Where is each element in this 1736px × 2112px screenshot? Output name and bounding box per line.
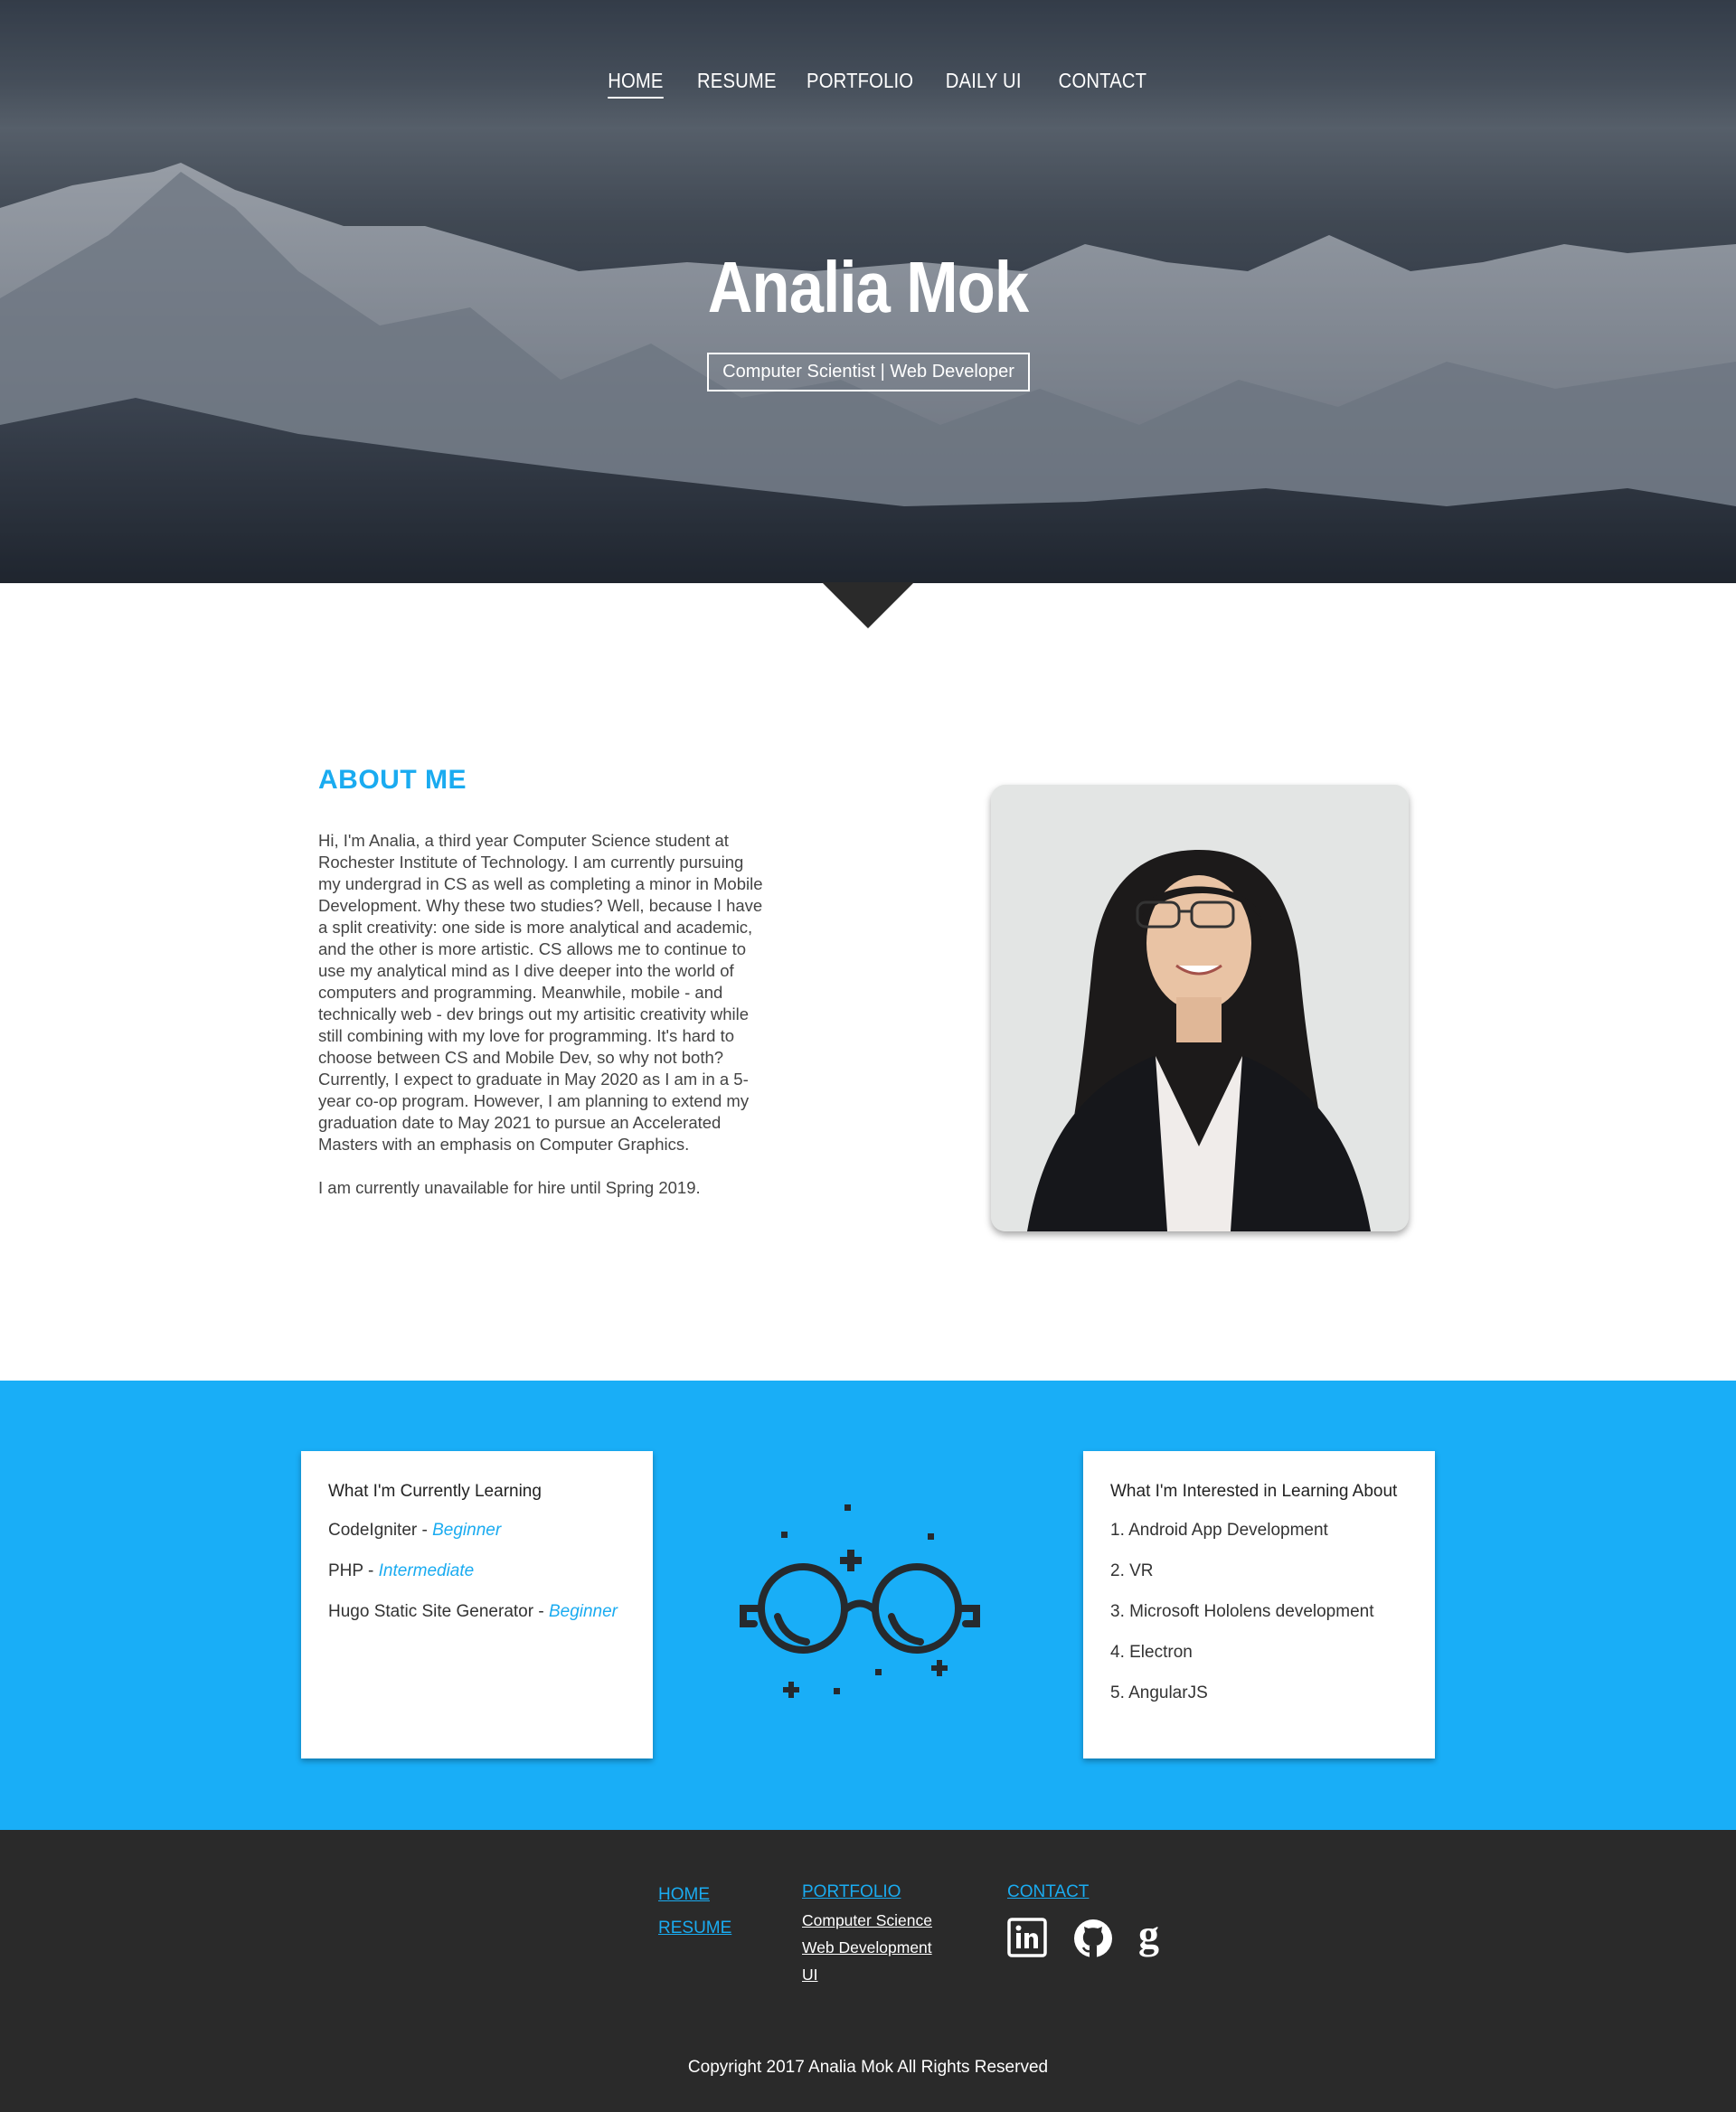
learning-item: PHP - Intermediate — [328, 1561, 626, 1602]
about-paragraph: Hi, I'm Analia, a third year Computer Sc… — [318, 831, 763, 1154]
learning-item: CodeIgniter - Beginner — [328, 1521, 626, 1561]
learning-item-level: Beginner — [548, 1602, 618, 1621]
hero-name: Analia Mok — [707, 247, 1029, 327]
interested-learning-card: What I'm Interested in Learning About 1.… — [1083, 1451, 1435, 1758]
learning-item-level: Beginner — [432, 1521, 502, 1540]
nav-daily-ui[interactable]: DAILY UI — [946, 65, 1022, 97]
footer-contact-link[interactable]: CONTACT — [1007, 1882, 1089, 1902]
footer-portfolio-cs-link[interactable]: Computer Science — [802, 1911, 932, 1930]
interest-item: 1. Android App Development — [1110, 1521, 1328, 1540]
scroll-down-arrow-icon — [822, 582, 914, 628]
footer-portfolio-ui-link[interactable]: UI — [802, 1966, 818, 1985]
linkedin-icon[interactable] — [1007, 1918, 1047, 1962]
svg-text:g: g — [1138, 1918, 1159, 1957]
nav-contact[interactable]: CONTACT — [1059, 65, 1147, 97]
about-text: Hi, I'm Analia, a third year Computer Sc… — [318, 830, 763, 1221]
footer-home-link[interactable]: HOME — [658, 1885, 710, 1905]
nav-resume[interactable]: RESUME — [697, 65, 777, 97]
google-icon[interactable]: g — [1137, 1911, 1168, 1966]
nav-home[interactable]: HOME — [608, 65, 664, 99]
currently-learning-card: What I'm Currently Learning CodeIgniter … — [301, 1451, 653, 1758]
profile-photo — [991, 785, 1409, 1231]
hero-tagline: Computer Scientist | Web Developer — [707, 353, 1030, 391]
about-title: ABOUT ME — [318, 765, 467, 795]
interest-item: 2. VR — [1110, 1561, 1154, 1580]
learning-item-name: Hugo Static Site Generator - — [328, 1602, 549, 1621]
learning-item-level: Intermediate — [378, 1561, 475, 1580]
interest-item: 4. Electron — [1110, 1643, 1193, 1662]
footer-resume-link[interactable]: RESUME — [658, 1919, 731, 1938]
glasses-icon — [740, 1504, 980, 1698]
learning-item: Hugo Static Site Generator - Beginner — [328, 1602, 626, 1643]
currently-learning-title: What I'm Currently Learning — [328, 1482, 542, 1501]
learning-item-name: PHP - — [328, 1561, 379, 1580]
interest-item: 3. Microsoft Hololens development — [1110, 1602, 1374, 1621]
interested-learning-title: What I'm Interested in Learning About — [1110, 1482, 1398, 1501]
footer-portfolio-link[interactable]: PORTFOLIO — [802, 1882, 901, 1902]
github-icon[interactable] — [1072, 1918, 1114, 1964]
learning-item-name: CodeIgniter - — [328, 1521, 433, 1540]
nav-portfolio[interactable]: PORTFOLIO — [807, 65, 913, 97]
interest-item: 5. AngularJS — [1110, 1683, 1208, 1702]
footer-portfolio-web-link[interactable]: Web Development — [802, 1938, 932, 1957]
about-availability: I am currently unavailable for hire unti… — [318, 1178, 701, 1197]
copyright: Copyright 2017 Analia Mok All Rights Res… — [687, 2058, 1049, 2077]
